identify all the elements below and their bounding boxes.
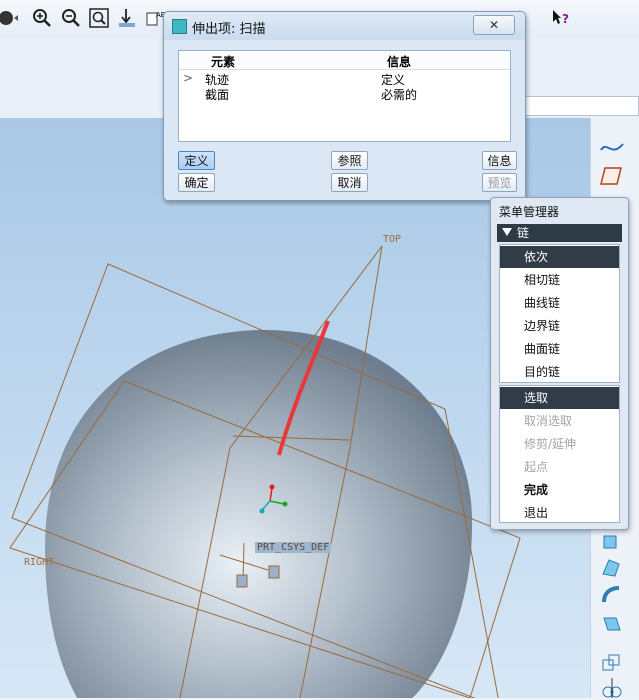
mirror-icon[interactable]: [599, 676, 625, 700]
menu-item-done[interactable]: 完成: [500, 479, 619, 501]
menu-item-start-point: 起点: [524, 460, 549, 474]
menu-item-tangent-chain[interactable]: 相切链: [500, 269, 619, 291]
ok-button[interactable]: 确定: [178, 173, 215, 192]
element-name: 截面: [205, 88, 230, 102]
column-info: 信息: [387, 55, 412, 69]
menu-manager: 菜单管理器 链 依次 相切链 曲线链 边界链 曲面链 目的链 选取 取消选取 修…: [490, 197, 629, 530]
zoom-out-icon[interactable]: [61, 8, 81, 28]
element-row[interactable]: > 轨迹 定义: [179, 71, 510, 87]
cancel-button[interactable]: 取消: [331, 173, 368, 192]
round-icon[interactable]: [599, 612, 625, 636]
menu-item-trim-extend: 修剪/延伸: [524, 437, 577, 451]
element-list[interactable]: 元素 信息 > 轨迹 定义 截面 必需的: [178, 50, 511, 142]
refit-icon[interactable]: [89, 8, 109, 28]
menu-item-intent-chain[interactable]: 目的链: [500, 361, 619, 383]
copy-icon[interactable]: [599, 652, 625, 676]
menu-manager-title: 菜单管理器: [499, 205, 560, 219]
reference-button[interactable]: 参照: [331, 151, 368, 170]
dialog-titlebar[interactable]: 伸出项: 扫描 ✕: [164, 12, 525, 40]
menu-item-boundary-chain[interactable]: 边界链: [500, 315, 619, 337]
dialog-title: 伸出项: 扫描: [192, 22, 266, 37]
dialog-app-icon: [172, 19, 187, 34]
sweep-icon[interactable]: [599, 584, 625, 608]
chain-type-group: 依次 相切链 曲线链 边界链 曲面链 目的链: [499, 244, 620, 383]
help-icon[interactable]: ?: [551, 8, 571, 28]
view-icon[interactable]: AB: [145, 8, 165, 28]
menu-item-unselect: 取消选取: [524, 414, 573, 428]
element-info: 必需的: [381, 88, 418, 102]
chain-menu-label: 链: [517, 226, 530, 240]
close-button[interactable]: ✕: [473, 15, 515, 35]
datum-label-top[interactable]: TOP: [383, 234, 401, 245]
menu-item-surface-chain[interactable]: 曲面链: [500, 338, 619, 360]
reorient-icon[interactable]: [117, 8, 137, 28]
menu-item-one-by-one[interactable]: 依次: [500, 246, 619, 268]
datum-label-csys[interactable]: PRT_CSYS_DEF: [255, 542, 332, 553]
extrude-icon[interactable]: [599, 530, 625, 554]
sweep-feature-dialog: 伸出项: 扫描 ✕ 元素 信息 > 轨迹 定义 截面 必需的 定义 参照 信息 …: [163, 11, 526, 201]
menu-item-quit[interactable]: 退出: [500, 502, 619, 524]
info-button[interactable]: 信息: [482, 151, 517, 170]
chain-menu-header[interactable]: 链: [497, 224, 622, 242]
column-element: 元素: [211, 55, 236, 69]
selection-action-group: 选取 取消选取 修剪/延伸 起点 完成 退出: [499, 385, 620, 523]
revolve-icon[interactable]: [599, 556, 625, 580]
element-list-header: 元素 信息: [179, 51, 510, 70]
datum-plane-icon[interactable]: [599, 164, 625, 188]
define-button[interactable]: 定义: [178, 151, 215, 170]
datum-label-right[interactable]: RIGHT: [24, 557, 54, 568]
preview-button: 预览: [482, 173, 517, 192]
model-body: [45, 329, 473, 698]
zoom-in-icon[interactable]: [32, 8, 52, 28]
row-marker: >: [183, 71, 194, 85]
menu-item-curve-chain[interactable]: 曲线链: [500, 292, 619, 314]
svg-text:?: ?: [562, 12, 569, 26]
collapse-triangle-icon: [502, 228, 512, 236]
menu-item-select[interactable]: 选取: [500, 387, 619, 409]
sphere-icon[interactable]: [0, 8, 20, 28]
sketch-curve-icon[interactable]: [599, 136, 625, 160]
element-row[interactable]: 截面 必需的: [179, 86, 510, 102]
